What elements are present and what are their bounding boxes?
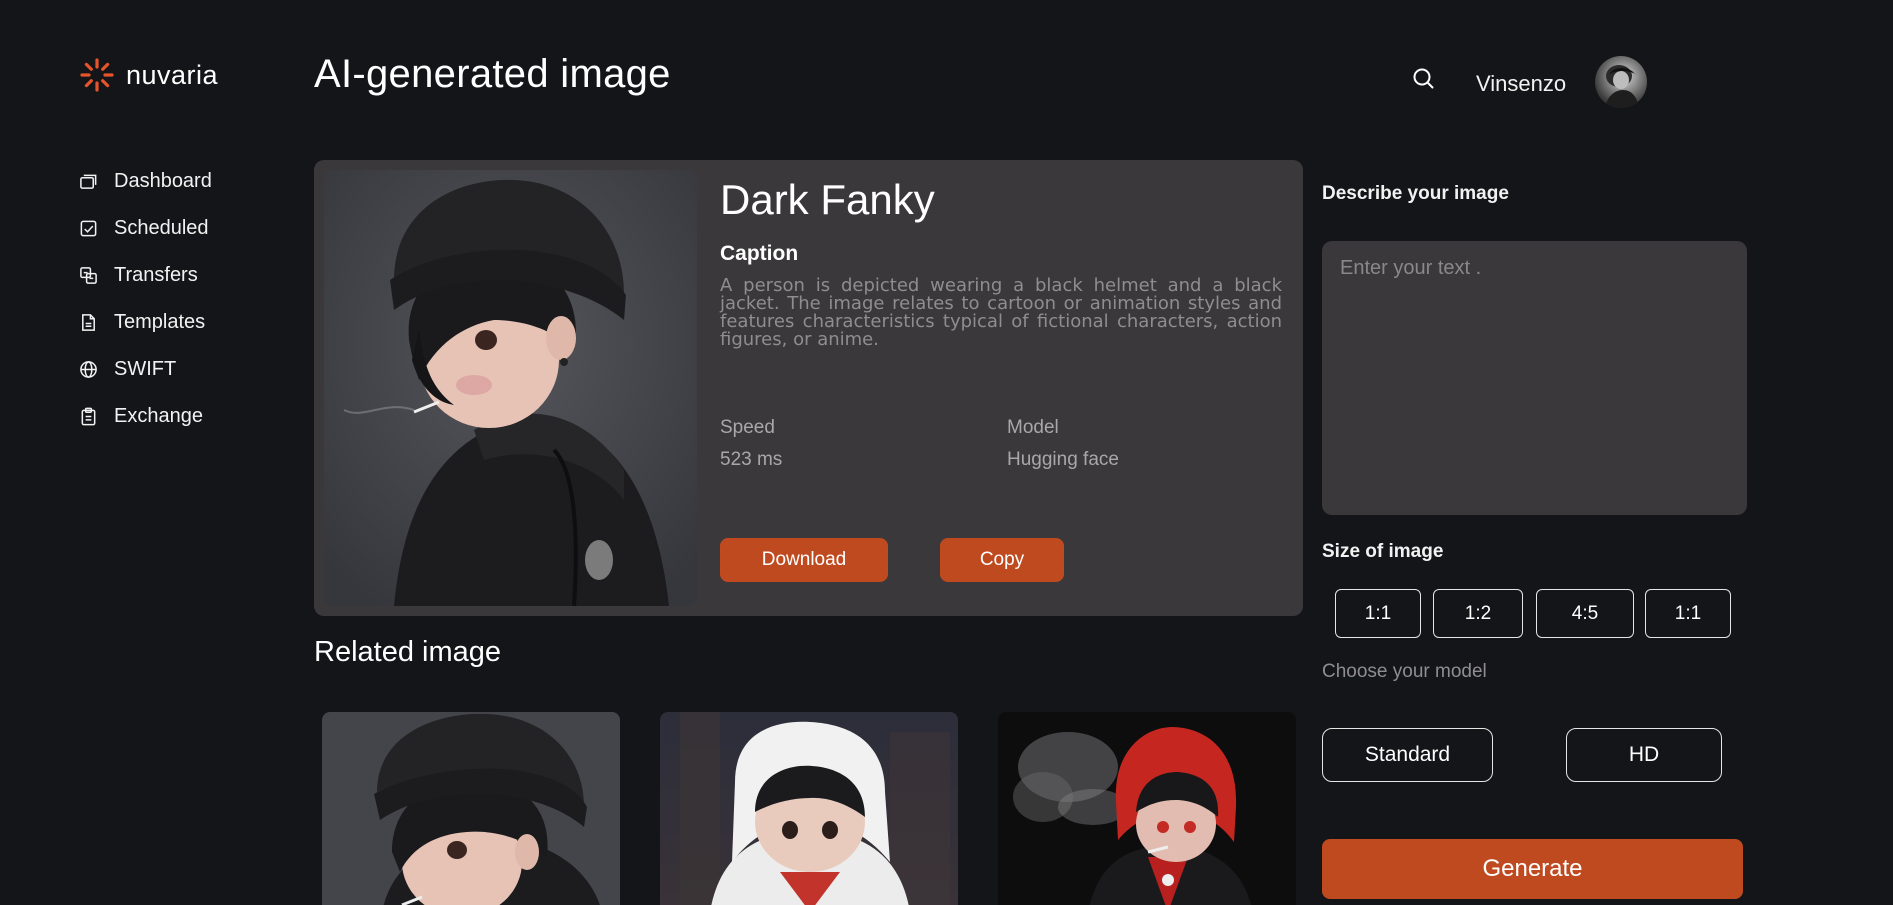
page-title: AI-generated image xyxy=(314,52,671,96)
related-images-title: Related image xyxy=(314,636,501,668)
sidebar-item-label: Dashboard xyxy=(114,170,212,192)
image-detail-card: Dark Fanky Caption A person is depicted … xyxy=(314,160,1303,616)
size-option-1-2[interactable]: 1:2 xyxy=(1433,589,1523,638)
model-hd-button[interactable]: HD xyxy=(1566,728,1722,782)
sidebar-item-label: SWIFT xyxy=(114,358,177,380)
sidebar-item-templates[interactable]: Templates xyxy=(78,299,278,346)
model-value: Hugging face xyxy=(1007,449,1119,470)
size-option-4-5[interactable]: 4:5 xyxy=(1536,589,1634,638)
size-option-1-1-alt[interactable]: 1:1 xyxy=(1645,589,1731,638)
copy-button[interactable]: Copy xyxy=(940,538,1064,582)
spinner-logo-icon xyxy=(80,58,114,92)
avatar[interactable] xyxy=(1595,56,1647,108)
speed-label: Speed xyxy=(720,417,775,438)
brand-logo[interactable]: nuvaria xyxy=(80,58,218,92)
search-icon[interactable] xyxy=(1411,66,1437,92)
generate-button[interactable]: Generate xyxy=(1322,839,1743,899)
sidebar-item-transfers[interactable]: Transfers xyxy=(78,252,278,299)
caption-text: A person is depicted wearing a black hel… xyxy=(720,275,1282,350)
generated-image xyxy=(324,170,697,606)
globe-icon xyxy=(78,360,98,380)
clipboard-icon xyxy=(78,407,98,427)
caption-heading: Caption xyxy=(720,242,799,265)
related-image-thumbnail[interactable] xyxy=(998,712,1296,905)
describe-image-input[interactable] xyxy=(1322,241,1747,515)
sidebar-item-label: Exchange xyxy=(114,405,203,427)
cards-icon xyxy=(78,172,98,192)
model-label: Model xyxy=(1007,417,1059,438)
sidebar-item-label: Transfers xyxy=(114,264,198,286)
sidebar-item-label: Templates xyxy=(114,311,206,333)
sidebar-item-exchange[interactable]: Exchange xyxy=(78,393,278,440)
transfer-icon xyxy=(78,266,98,286)
download-button[interactable]: Download xyxy=(720,538,888,582)
related-image-thumbnail[interactable] xyxy=(322,712,620,905)
size-label: Size of image xyxy=(1322,541,1444,562)
sidebar-item-scheduled[interactable]: Scheduled xyxy=(78,205,278,252)
document-icon xyxy=(78,313,98,333)
sidebar-item-dashboard[interactable]: Dashboard xyxy=(78,158,278,205)
brand-name: nuvaria xyxy=(126,59,219,90)
sidebar-item-swift[interactable]: SWIFT xyxy=(78,346,278,393)
image-title: Dark Fanky xyxy=(720,176,935,223)
speed-value: 523 ms xyxy=(720,449,783,470)
sidebar-nav: Dashboard Scheduled Transfers Templates … xyxy=(78,158,278,440)
choose-model-label: Choose your model xyxy=(1322,661,1487,682)
size-option-1-1[interactable]: 1:1 xyxy=(1335,589,1421,638)
model-standard-button[interactable]: Standard xyxy=(1322,728,1493,782)
related-image-thumbnail[interactable] xyxy=(660,712,958,905)
user-name[interactable]: Vinsenzo xyxy=(1476,71,1566,97)
describe-label: Describe your image xyxy=(1322,183,1509,204)
sidebar-item-label: Scheduled xyxy=(114,217,209,239)
checkbox-icon xyxy=(78,219,98,239)
